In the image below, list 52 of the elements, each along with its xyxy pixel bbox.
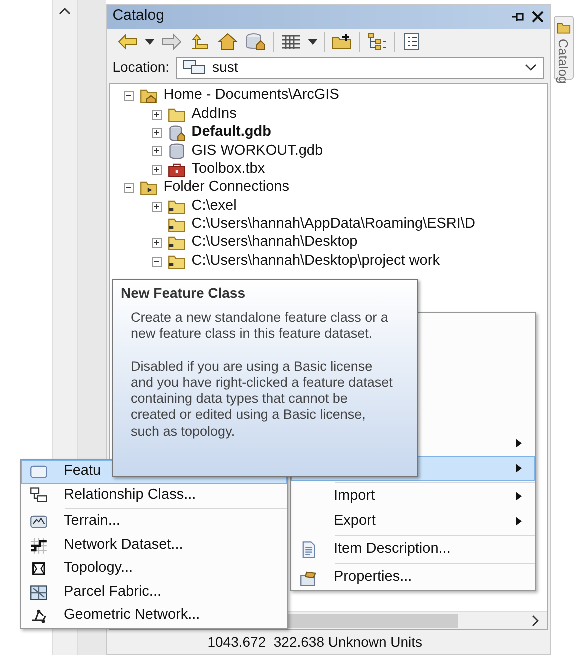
chevron-down-icon[interactable] (524, 64, 536, 72)
collapse-icon[interactable] (152, 256, 162, 267)
parcel-icon (30, 584, 48, 602)
collapse-icon[interactable] (124, 183, 134, 194)
close-icon[interactable] (532, 10, 544, 22)
menu-item[interactable]: Geometric Network... (21, 604, 287, 628)
menu-item[interactable]: Network Dataset... (21, 534, 287, 558)
tooltip-text: Create a new standalone feature class or a new feature class in this feature dataset. (131, 310, 390, 343)
coordinates-text: 1043.672 322.638 Unknown Units (208, 632, 423, 652)
database-home-icon[interactable] (244, 32, 267, 52)
folder-icon (140, 179, 158, 198)
forward-arrow-icon[interactable] (160, 32, 183, 52)
menu-item[interactable]: Import (291, 484, 535, 509)
menu-item[interactable]: Terrain... (21, 510, 287, 534)
scroll-right-icon[interactable] (532, 614, 540, 626)
caret-icon[interactable] (144, 38, 155, 44)
tooltip-title: New Feature Class (121, 284, 246, 303)
document-icon (300, 540, 318, 558)
window-title: Catalog (112, 6, 164, 26)
scroll-up-icon[interactable] (58, 7, 71, 15)
tree-view-icon[interactable] (366, 32, 388, 52)
database-home-icon (168, 124, 186, 142)
network-icon (30, 536, 48, 555)
expand-icon[interactable] (152, 238, 162, 248)
location-label: Location: (112, 58, 170, 77)
relationship-icon (30, 486, 48, 504)
expand-icon[interactable] (152, 164, 162, 175)
caret-icon[interactable] (308, 38, 318, 44)
folder-icon (168, 234, 186, 252)
folder-home-icon (140, 87, 158, 106)
collapse-icon[interactable] (124, 91, 134, 102)
catalog-tab-icon (557, 21, 571, 35)
location-dropdown[interactable]: sust (176, 56, 544, 78)
topology-icon (30, 560, 48, 578)
menu-item[interactable]: Export (291, 509, 535, 534)
menu-item[interactable]: Properties... (291, 565, 535, 590)
connection-icon (182, 60, 207, 76)
expand-icon[interactable] (152, 202, 162, 212)
geometric-network-icon (30, 607, 48, 626)
pin-icon[interactable] (510, 10, 524, 22)
database-icon (168, 142, 186, 160)
expand-icon[interactable] (152, 110, 162, 120)
folder-add-icon[interactable] (330, 32, 353, 52)
home-icon[interactable] (216, 32, 239, 52)
tooltip-text: Disabled if you are using a Basic license and you have right-clicked a feature dataset containing data types that cannot be created or edited using a Basic license, such as topology. (131, 358, 393, 440)
menu-item[interactable]: Relationship Class... (21, 484, 287, 508)
expand-icon[interactable] (152, 128, 162, 138)
menu-item[interactable]: Item Description... (291, 537, 535, 562)
menu-item[interactable]: Parcel Fabric... (21, 580, 287, 605)
expand-icon[interactable] (152, 146, 162, 156)
back-arrow-icon[interactable] (116, 32, 139, 52)
menu-item[interactable]: Topology... (21, 557, 287, 581)
